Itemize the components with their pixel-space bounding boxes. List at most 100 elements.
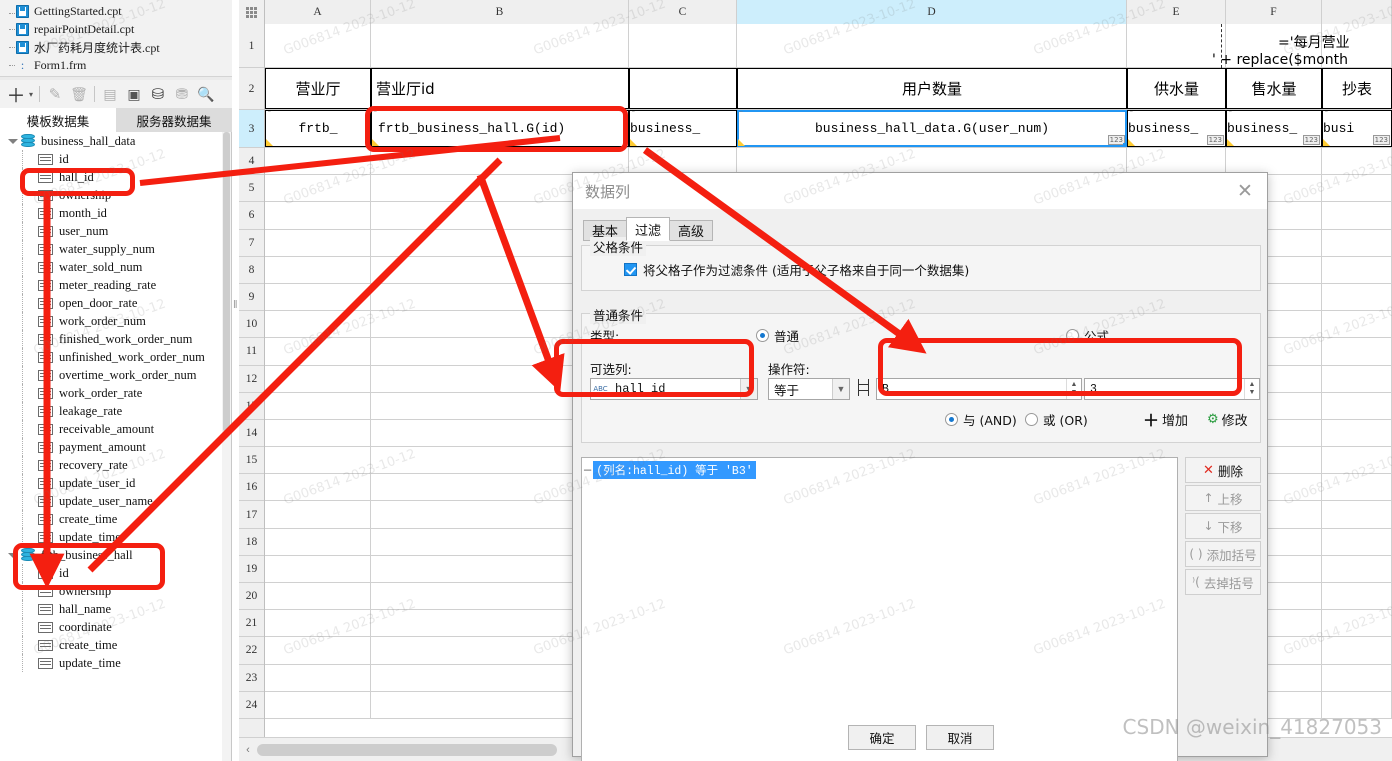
row-header-16[interactable]: 16	[239, 474, 264, 502]
tree-field-node[interactable]: work_order_num	[0, 312, 231, 330]
tree-field-node[interactable]: overtime_work_order_num	[0, 366, 231, 384]
tree-scrollbar-thumb[interactable]	[223, 132, 230, 432]
column-header-B[interactable]: B	[371, 0, 629, 24]
chevron-down-icon[interactable]: ▼	[832, 379, 849, 399]
cell-reference-icon[interactable]	[858, 378, 875, 396]
delete-dataset-button[interactable]: 🗑	[67, 82, 91, 106]
column-header-A[interactable]: A	[265, 0, 371, 24]
search-dataset-button[interactable]: 🔍	[194, 82, 218, 106]
grid-cell-G16[interactable]	[1322, 474, 1392, 501]
value-column-stepper[interactable]: B ▲ ▼	[876, 378, 1082, 400]
grid-cell-E4[interactable]	[1127, 148, 1226, 175]
tree-field-node[interactable]: water_sold_num	[0, 258, 231, 276]
row-header-5[interactable]: 5	[239, 175, 264, 203]
grid-cell-A18[interactable]	[265, 528, 371, 555]
dialog-tab-2[interactable]: 高级	[669, 220, 714, 241]
row-header-9[interactable]: 9	[239, 283, 264, 312]
grid-cell-G15[interactable]	[1322, 447, 1392, 474]
condition-remove-bracket-button[interactable]: ⁾(去掉括号	[1185, 569, 1261, 595]
row-header-10[interactable]: 10	[239, 311, 264, 339]
value-column-stepper-arrows[interactable]: ▲ ▼	[1066, 379, 1081, 399]
tree-field-node[interactable]: id	[0, 150, 231, 168]
grid-cell-A10[interactable]	[265, 311, 371, 338]
operator-select[interactable]: 等于 ▼	[768, 378, 850, 400]
grid-cell-D2[interactable]: 用户数量	[737, 68, 1127, 109]
grid-cell-A11[interactable]	[265, 338, 371, 365]
select-all-corner[interactable]	[239, 0, 265, 24]
tree-field-node[interactable]: ownership	[0, 582, 231, 600]
tree-dataset-node[interactable]: business_hall_data	[0, 132, 231, 150]
row-header-2[interactable]: 2	[239, 68, 264, 110]
grid-cell-D1[interactable]	[737, 24, 1127, 67]
grid-cell-C2[interactable]	[629, 68, 737, 109]
grid-cell-G22[interactable]	[1322, 637, 1392, 664]
row-header-14[interactable]: 14	[239, 419, 264, 448]
row-header-7[interactable]: 7	[239, 229, 264, 257]
value-row-stepper-arrows[interactable]: ▲ ▼	[1244, 379, 1259, 399]
add-dataset-dropdown[interactable]: ▾	[26, 82, 36, 106]
grid-cell-A2[interactable]: 营业厅	[265, 68, 371, 109]
tree-field-node[interactable]: payment_amount	[0, 438, 231, 456]
grid-cell-A8[interactable]	[265, 256, 371, 283]
hscroll-thumb[interactable]	[257, 743, 557, 756]
stepper-up-icon[interactable]: ▲	[1071, 381, 1078, 389]
grid-cell-E3[interactable]: * business_ 123	[1127, 110, 1226, 147]
grid-cell-A22[interactable]	[265, 637, 371, 664]
grid-cell-G12[interactable]	[1322, 365, 1392, 392]
grid-cell-A5[interactable]	[265, 175, 371, 202]
grid-cell-G8[interactable]	[1322, 256, 1392, 283]
tree-field-node[interactable]: finished_work_order_num	[0, 330, 231, 348]
tree-field-node[interactable]: ownership	[0, 186, 231, 204]
condition-move-up-button[interactable]: ↑ 上移	[1185, 485, 1261, 511]
tree-field-node[interactable]: update_user_name	[0, 492, 231, 510]
add-dataset-button[interactable]: ＋	[6, 82, 26, 107]
tree-field-node[interactable]: recovery_rate	[0, 456, 231, 474]
file-list-item[interactable]: GettingStarted.cpt	[0, 2, 232, 20]
grid-cell-G17[interactable]	[1322, 501, 1392, 528]
row-header-23[interactable]: 23	[239, 664, 264, 692]
grid-cell-A21[interactable]	[265, 610, 371, 637]
condition-delete-button[interactable]: ✕ 删除	[1185, 457, 1261, 483]
grid-cell-A19[interactable]	[265, 555, 371, 582]
stepper-up-icon[interactable]: ▲	[1249, 381, 1256, 389]
logic-radio-and[interactable]: 与 (AND)	[945, 410, 1017, 429]
grid-cell-A4[interactable]	[265, 148, 371, 175]
grid-cell-C1[interactable]	[629, 24, 737, 67]
grid-cell-C3[interactable]: * business_	[629, 110, 737, 147]
grid-cell-G13[interactable]	[1322, 392, 1392, 419]
grid-cell-G3[interactable]: * busi 123	[1322, 110, 1392, 147]
grid-cell-F4[interactable]	[1226, 148, 1322, 175]
column-header-C[interactable]: C	[629, 0, 737, 24]
grid-cell-F2[interactable]: 售水量	[1226, 68, 1322, 109]
grid-cell-D3[interactable]: * business_hall_data.G(user_num) 123	[737, 110, 1127, 147]
preview-dataset-button[interactable]: ▤	[98, 82, 122, 106]
grid-cell-A23[interactable]	[265, 664, 371, 691]
logic-radio-and-button[interactable]	[945, 413, 958, 426]
grid-cell-G9[interactable]	[1322, 283, 1392, 311]
dataset-tab-1[interactable]: 服务器数据集	[116, 108, 232, 132]
grid-cell-A3[interactable]: * frtb_	[265, 110, 371, 147]
stepper-down-icon[interactable]: ▼	[1249, 389, 1256, 397]
row-header-12[interactable]: 12	[239, 365, 264, 393]
grid-cell-A13[interactable]	[265, 392, 371, 419]
grid-cell-G7[interactable]	[1322, 229, 1392, 256]
condition-list-item[interactable]: — (列名:hall_id) 等于 'B3'	[584, 461, 1177, 479]
type-radio-formula[interactable]: 公式	[1066, 326, 1109, 345]
ok-button[interactable]: 确定	[848, 724, 916, 750]
row-header-17[interactable]: 17	[239, 501, 264, 529]
row-header-20[interactable]: 20	[239, 583, 264, 611]
grid-cell-A7[interactable]	[265, 229, 371, 256]
file-list-item[interactable]: : Form1.frm	[0, 56, 232, 74]
tree-field-node[interactable]: hall_name	[0, 600, 231, 618]
grid-cell-G6[interactable]	[1322, 202, 1392, 229]
stepper-down-icon[interactable]: ▼	[1071, 389, 1078, 397]
grid-cell-G4[interactable]	[1322, 148, 1392, 175]
grid-cell-A16[interactable]	[265, 474, 371, 501]
tree-field-node[interactable]: work_order_rate	[0, 384, 231, 402]
chevron-down-icon[interactable]	[6, 549, 18, 561]
column-header-E[interactable]: E	[1127, 0, 1226, 24]
parent-condition-checkbox-row[interactable]: 将父格子作为过滤条件 (适用于父子格来自于同一个数据集)	[624, 260, 969, 279]
tree-field-node[interactable]: update_time	[0, 654, 231, 672]
grid-cell-G14[interactable]	[1322, 419, 1392, 447]
grid-cell-A9[interactable]	[265, 283, 371, 311]
